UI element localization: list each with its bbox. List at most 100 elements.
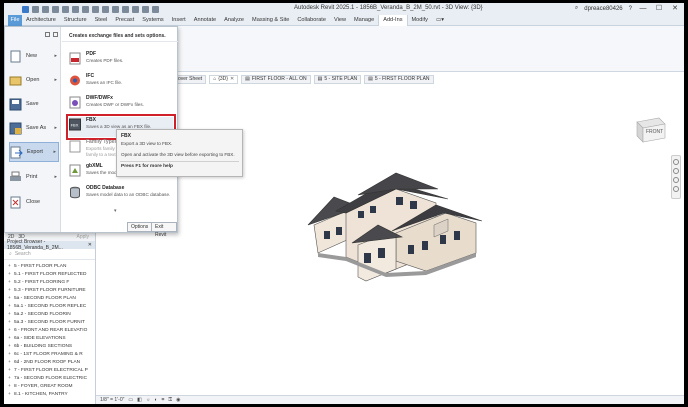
list-item[interactable]: +7a - SECOND FLOOR ELECTRIC bbox=[4, 375, 95, 383]
list-item[interactable]: +6 - FRONT AND REAR ELEVATIO bbox=[4, 327, 95, 335]
save-command[interactable]: Save bbox=[9, 94, 59, 114]
ribbon-options-icon[interactable]: ▭▾ bbox=[432, 15, 448, 26]
steering-wheel-icon[interactable] bbox=[673, 159, 679, 165]
export-ifc-option[interactable]: IFC Saves an IFC file. bbox=[69, 73, 173, 93]
expand-icon[interactable]: + bbox=[8, 343, 11, 351]
list-item[interactable]: +7 - FIRST FLOOR ELECTRICAL P bbox=[4, 367, 95, 375]
export-pdf-option[interactable]: PDF Creates PDF files. bbox=[69, 51, 173, 71]
user-account[interactable]: dpreace80426 bbox=[584, 6, 622, 12]
help-icon[interactable]: ? bbox=[629, 6, 632, 12]
save-icon[interactable] bbox=[32, 5, 39, 13]
print-command[interactable]: Print ▸ bbox=[9, 167, 59, 187]
3d-view-icon[interactable] bbox=[112, 5, 119, 13]
tab-modify[interactable]: Modify bbox=[408, 15, 432, 26]
hide-isolate-icon[interactable]: ◉ bbox=[176, 397, 180, 403]
expand-icon[interactable]: + bbox=[8, 375, 11, 383]
text-icon[interactable] bbox=[102, 5, 109, 13]
expand-icon[interactable]: + bbox=[8, 319, 11, 327]
tab-manage[interactable]: Manage bbox=[350, 15, 378, 26]
sun-path-icon[interactable]: ☼ bbox=[146, 397, 151, 403]
close-icon[interactable]: ✕ bbox=[230, 76, 234, 83]
dimension-icon[interactable] bbox=[82, 5, 89, 13]
view-tab-active[interactable]: ⌂ {3D} ✕ bbox=[209, 75, 239, 84]
orbit-icon[interactable] bbox=[673, 186, 679, 192]
navigation-bar[interactable] bbox=[671, 155, 681, 199]
tab-annotate[interactable]: Annotate bbox=[190, 15, 220, 26]
view-scale[interactable]: 1/8" = 1'-0" bbox=[100, 397, 124, 403]
redo-icon[interactable] bbox=[52, 5, 59, 13]
scroll-down-icon[interactable]: ▾ bbox=[114, 208, 117, 214]
tab-structure[interactable]: Structure bbox=[60, 15, 91, 26]
tab-precast[interactable]: Precast bbox=[111, 15, 138, 26]
maximize-button[interactable]: ☐ bbox=[654, 4, 664, 13]
tab-massing-site[interactable]: Massing & Site bbox=[248, 15, 293, 26]
expand-icon[interactable]: + bbox=[8, 279, 11, 287]
zoom-icon[interactable] bbox=[673, 168, 679, 174]
list-item[interactable]: +5a.1 - SECOND FLOOR REFLEC bbox=[4, 303, 95, 311]
shadows-icon[interactable]: ◐ bbox=[154, 397, 157, 403]
export-dwf-option[interactable]: DWF/DWFx Creates DWF or DWFx files. bbox=[69, 95, 173, 115]
close-icon[interactable]: ✕ bbox=[88, 242, 92, 248]
list-item[interactable]: +5 - FIRST FLOOR PLAN bbox=[4, 263, 95, 271]
tag-icon[interactable] bbox=[92, 5, 99, 13]
export-odbc-option[interactable]: ODBC Database Saves model data to an ODB… bbox=[69, 185, 173, 205]
save-as-command[interactable]: Save As ▸ bbox=[9, 118, 59, 138]
detail-level-icon[interactable]: ▭ bbox=[128, 397, 133, 403]
expand-icon[interactable]: + bbox=[8, 311, 11, 319]
list-item[interactable]: +6c - 1ST FLOOR FRAMING & R bbox=[4, 351, 95, 359]
list-item[interactable]: +5.2 - FIRST FLOORING F bbox=[4, 279, 95, 287]
view-tab[interactable]: ▤ 5 - SITE PLAN bbox=[313, 75, 362, 84]
search-input[interactable]: Search bbox=[15, 251, 31, 257]
expand-icon[interactable]: + bbox=[8, 335, 11, 343]
expand-icon[interactable]: + bbox=[8, 391, 11, 399]
view-tab[interactable]: ▤ FIRST FLOOR - ALL ON bbox=[241, 75, 311, 84]
tab-file[interactable]: File bbox=[8, 14, 22, 26]
crop-icon[interactable]: ⌗ bbox=[161, 397, 164, 403]
tab-architecture[interactable]: Architecture bbox=[22, 15, 60, 26]
list-item[interactable]: +5a.3 - SECOND FLOOR FURNIT bbox=[4, 319, 95, 327]
switch-windows-icon[interactable] bbox=[152, 5, 159, 13]
close-hidden-icon[interactable] bbox=[142, 5, 149, 13]
search-icon[interactable]: ⌕ bbox=[575, 5, 578, 12]
export-command[interactable]: Export ▸ bbox=[9, 142, 59, 162]
expand-icon[interactable]: + bbox=[8, 271, 11, 279]
expand-icon[interactable]: + bbox=[8, 295, 11, 303]
open-icon[interactable] bbox=[22, 5, 29, 13]
expand-icon[interactable]: + bbox=[8, 367, 11, 375]
tab-add-ins[interactable]: Add-Ins bbox=[378, 14, 408, 26]
undo-icon[interactable] bbox=[42, 5, 49, 13]
tab-collaborate[interactable]: Collaborate bbox=[293, 15, 330, 26]
list-item[interactable]: +6b - BUILDING SECTIONS bbox=[4, 343, 95, 351]
recent-documents-icon[interactable] bbox=[45, 32, 50, 37]
tab-systems[interactable]: Systems bbox=[138, 15, 167, 26]
list-item[interactable]: +5.1 - FIRST FLOOR REFLECTED bbox=[4, 271, 95, 279]
section-icon[interactable] bbox=[122, 5, 129, 13]
thin-lines-icon[interactable] bbox=[132, 5, 139, 13]
list-item[interactable]: +8.1 - KITCHEN, PANTRY bbox=[4, 391, 95, 399]
visual-style-icon[interactable]: ◧ bbox=[137, 397, 142, 403]
pan-icon[interactable] bbox=[673, 177, 679, 183]
list-item[interactable]: +5a.2 - SECOND FLOORIN bbox=[4, 311, 95, 319]
list-item[interactable]: +6d - 2ND FLOOR ROOF PLAN bbox=[4, 359, 95, 367]
measure-icon[interactable] bbox=[72, 5, 79, 13]
list-item[interactable]: +5a - SECOND FLOOR PLAN bbox=[4, 295, 95, 303]
expand-icon[interactable]: + bbox=[8, 327, 11, 335]
view-tab[interactable]: ▤ 5 - FIRST FLOOR PLAN bbox=[364, 75, 434, 84]
list-item[interactable]: +6a - SIDE ELEVATIONS bbox=[4, 335, 95, 343]
exit-revit-button[interactable]: Exit Revit bbox=[151, 222, 177, 238]
tab-view[interactable]: View bbox=[330, 15, 350, 26]
close-command[interactable]: Close bbox=[9, 192, 59, 212]
expand-icon[interactable]: + bbox=[8, 263, 11, 271]
tab-analyze[interactable]: Analyze bbox=[220, 15, 248, 26]
close-button[interactable]: ✕ bbox=[670, 4, 680, 13]
print-icon[interactable] bbox=[62, 5, 69, 13]
expand-icon[interactable]: + bbox=[8, 351, 11, 359]
tab-steel[interactable]: Steel bbox=[91, 15, 112, 26]
expand-icon[interactable]: + bbox=[8, 303, 11, 311]
options-button[interactable]: Options bbox=[127, 222, 153, 232]
viewcube[interactable]: FRONT bbox=[629, 114, 669, 146]
expand-icon[interactable]: + bbox=[8, 383, 11, 391]
lock-icon[interactable]: ⚿ bbox=[168, 397, 172, 403]
list-item[interactable]: +8 - FOYER, GREAT ROOM bbox=[4, 383, 95, 391]
tab-insert[interactable]: Insert bbox=[168, 15, 190, 26]
